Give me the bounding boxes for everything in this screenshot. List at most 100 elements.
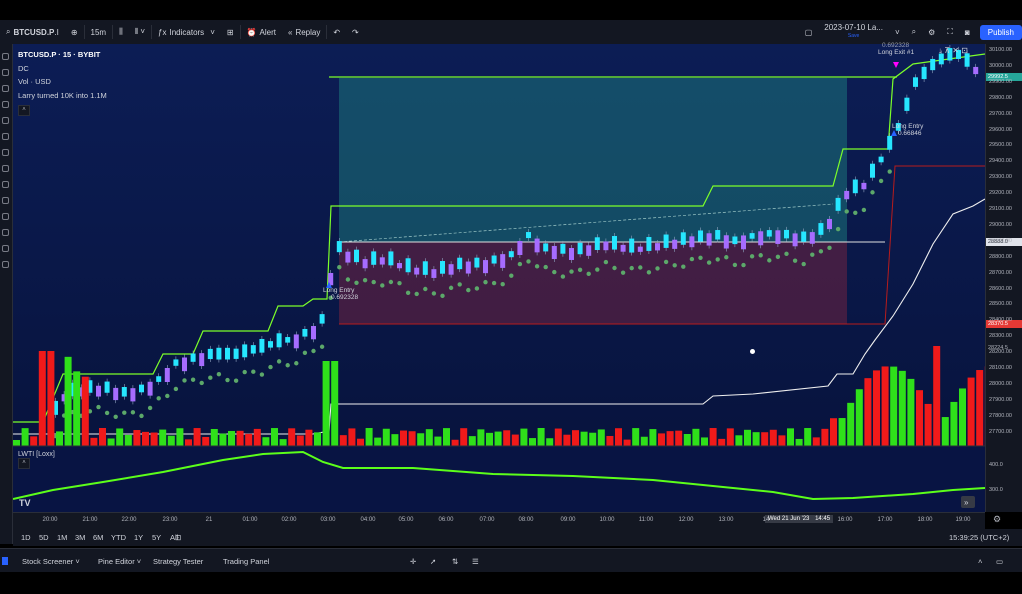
sliders-icon[interactable]: ☰ xyxy=(472,557,479,566)
gear-icon[interactable]: ⚙ xyxy=(922,20,941,44)
candle xyxy=(388,251,394,266)
psar-dot xyxy=(801,261,806,267)
price-axis[interactable]: 29992.5 28888.0 28370.5 28224.5 400.0 30… xyxy=(985,44,1022,512)
layout-name[interactable]: 2023-07-10 La... Save xyxy=(818,20,889,44)
candle xyxy=(156,376,162,382)
volume-bar xyxy=(417,433,425,446)
zoom-icon[interactable] xyxy=(2,197,9,204)
trend-line-icon[interactable] xyxy=(2,69,9,76)
eye-icon[interactable] xyxy=(2,245,9,252)
add-symbol-icon[interactable]: ⊕ xyxy=(65,20,84,44)
collapse-lwti-icon[interactable]: ˄ xyxy=(18,458,30,469)
legend-dc[interactable]: DC xyxy=(18,62,107,76)
interval-button[interactable]: 15m xyxy=(85,20,113,44)
volume-bar xyxy=(38,351,46,446)
symbol-search[interactable]: ⌕ BTCUSD.P .I xyxy=(0,20,65,44)
legend-title[interactable]: BTCUSD.P · 15 · BYBIT xyxy=(18,48,107,62)
price-chart[interactable]: » ↓ ⊼ ✕ ⊡ TV xyxy=(13,44,985,512)
pattern-icon[interactable] xyxy=(2,133,9,140)
magnet-icon[interactable] xyxy=(2,213,9,220)
fullscreen-icon[interactable]: ⛶ xyxy=(941,20,959,44)
volume-bar xyxy=(744,429,751,446)
volume-bar xyxy=(804,428,812,446)
range-button-5d[interactable]: 5D xyxy=(39,533,49,542)
measure-icon[interactable] xyxy=(2,181,9,188)
alert-button[interactable]: ⏰ Alert xyxy=(241,20,282,44)
volume-bar xyxy=(73,371,81,446)
volume-bar xyxy=(408,431,416,446)
chevron-down-icon[interactable]: ˅ xyxy=(889,20,906,44)
range-button-1y[interactable]: 1Y xyxy=(134,533,143,542)
candle xyxy=(809,232,815,244)
volume-bar xyxy=(90,437,98,446)
bottom-tab-strategy-tester[interactable]: Strategy Tester xyxy=(153,557,203,566)
price-label: 29900.00 xyxy=(989,78,1012,85)
candle xyxy=(190,353,196,362)
chevron-up-icon[interactable]: ˄ xyxy=(978,557,982,566)
candle xyxy=(182,357,187,372)
bottom-tab-stock-screener[interactable]: Stock Screener ˅ xyxy=(22,557,80,566)
brush-icon[interactable] xyxy=(2,101,9,108)
candle xyxy=(526,232,531,239)
range-button-5y[interactable]: 5Y xyxy=(152,533,161,542)
lock-icon[interactable] xyxy=(2,229,9,236)
volume-bar xyxy=(718,438,726,446)
chart-canvas[interactable]: » ↓ ⊼ ✕ ⊡ TV xyxy=(13,44,985,512)
candle-type-icon[interactable]: ⫼ xyxy=(113,20,129,44)
range-button-6m[interactable]: 6M xyxy=(93,533,103,542)
psar-dot xyxy=(620,270,626,275)
legend-volume[interactable]: Vol · USD xyxy=(18,75,107,89)
fib-icon[interactable] xyxy=(2,85,9,92)
candle xyxy=(560,243,566,254)
compare-icon[interactable]: ⫴ ˅ xyxy=(129,20,151,44)
volume-bar xyxy=(683,433,691,446)
time-axis[interactable]: Wed 21 Jun '23 14:45 20:00 21:00 22:00 23:0… xyxy=(13,512,985,529)
layout-icon[interactable]: ▢ xyxy=(799,20,819,44)
psar-dot xyxy=(130,410,136,415)
trash-icon[interactable] xyxy=(2,261,9,268)
camera-icon[interactable]: ◙ xyxy=(959,20,976,44)
time-label: 05:00 xyxy=(398,517,414,523)
candle xyxy=(749,233,755,239)
price-label: 28500.00 xyxy=(989,301,1012,308)
indicators-button[interactable]: ƒx Indicators ˅ xyxy=(152,20,221,44)
psar-dot xyxy=(612,265,617,271)
range-button-ytd[interactable]: YTD xyxy=(111,533,126,542)
maximize-icon[interactable]: ▭ xyxy=(996,557,1003,566)
redo-icon[interactable]: ↷ xyxy=(346,20,365,44)
cursor-icon[interactable]: ➚ xyxy=(430,557,436,566)
lwti-legend[interactable]: LWTI [Loxx] ˄ xyxy=(18,451,55,469)
templates-icon[interactable]: ⊞ xyxy=(221,20,240,44)
text-icon[interactable] xyxy=(2,117,9,124)
bottom-tab-pine-editor[interactable]: Pine Editor ˅ xyxy=(98,557,141,566)
range-button-all[interactable]: All xyxy=(170,533,178,542)
panel-toggle-icon[interactable] xyxy=(2,557,8,565)
svg-text:↓ ⊼ ✕ ⊡: ↓ ⊼ ✕ ⊡ xyxy=(938,46,968,55)
prediction-icon[interactable] xyxy=(2,149,9,156)
range-button-1m[interactable]: 1M xyxy=(57,533,67,542)
volume-bar xyxy=(976,370,984,446)
price-label: 30100.00 xyxy=(989,47,1012,53)
undo-icon[interactable]: ↶ xyxy=(327,20,346,44)
quick-search-icon[interactable]: ⌕ xyxy=(906,20,922,44)
clock-label[interactable]: 15:39:25 (UTC+2) xyxy=(949,533,1009,542)
collapse-legend-icon[interactable]: ˄ xyxy=(18,105,30,116)
volume-bar xyxy=(477,429,485,446)
psar-dot xyxy=(870,190,875,195)
candle xyxy=(603,241,609,251)
legend-strategy[interactable]: Larry turned 10K into 1.1M xyxy=(18,89,107,103)
range-button-3m[interactable]: 3M xyxy=(75,533,85,542)
shapes-icon[interactable] xyxy=(2,165,9,172)
publish-button[interactable]: Publish xyxy=(979,24,1022,40)
crosshair-icon[interactable] xyxy=(2,53,9,60)
gear-icon[interactable]: ⚙ xyxy=(993,514,1001,525)
time-label: 08:00 xyxy=(518,517,534,523)
crosshair-tool-icon[interactable]: ✛ xyxy=(410,557,416,566)
replay-button[interactable]: « Replay xyxy=(282,20,326,44)
bottom-tab-trading-panel[interactable]: Trading Panel xyxy=(223,557,269,566)
price-label: 28100.00 xyxy=(989,365,1012,371)
filter-icon[interactable]: ⇅ xyxy=(452,557,458,566)
candle xyxy=(930,58,936,71)
range-button-1d[interactable]: 1D xyxy=(21,533,31,542)
replay-icon: « xyxy=(287,27,293,37)
